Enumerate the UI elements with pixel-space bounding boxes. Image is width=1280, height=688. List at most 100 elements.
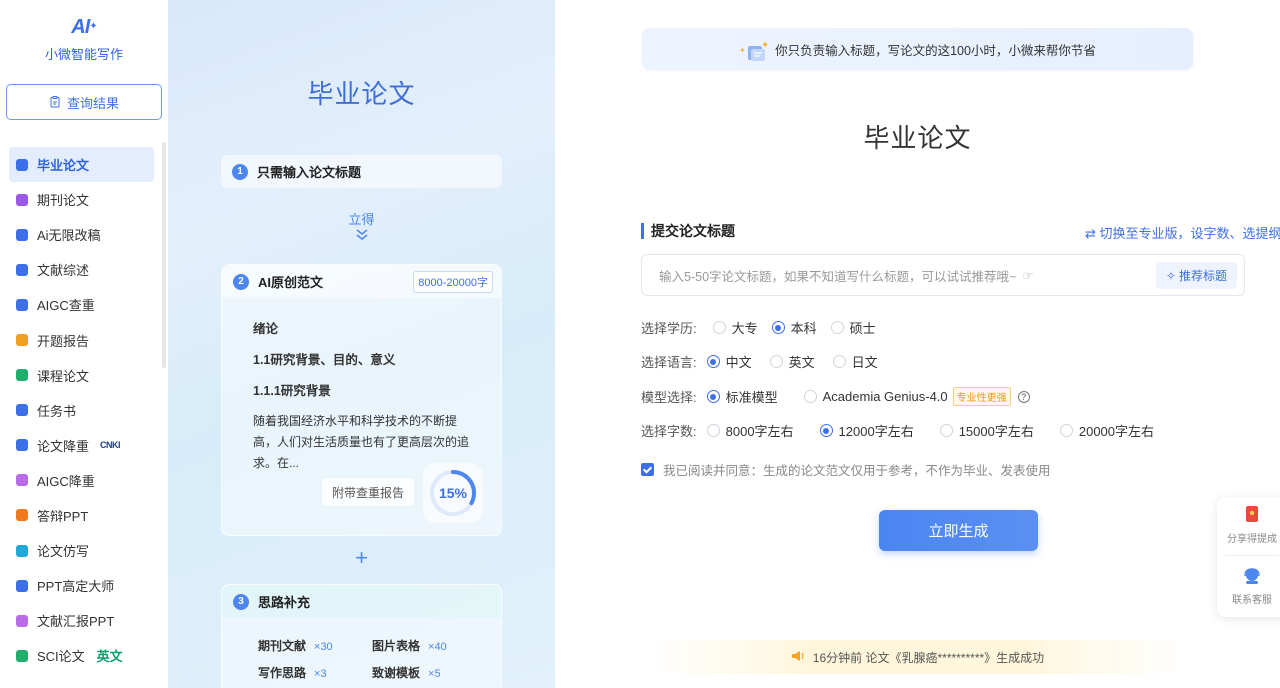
generate-button[interactable]: 立即生成 [879,510,1038,551]
radio-dot[interactable] [769,355,783,368]
sidebar-item-0[interactable]: 毕业论文 [9,147,154,183]
graduation-cap-icon [16,158,28,171]
supplement-item: 期刊文献 ×30 [258,637,372,654]
supplement-count: ×40 [428,641,447,653]
share-commission-button[interactable]: 分享得提成 [1217,505,1280,545]
query-results-button[interactable]: 查询结果 [6,84,162,120]
radio-label: 英文 [788,355,815,370]
recommend-title-button[interactable]: ✧ 推荐标题 [1155,262,1237,289]
sidebar-item-label: 文献汇报PPT [37,614,115,630]
words-option-0[interactable]: 8000字左右 [706,421,794,440]
supplement-count: ×5 [428,668,441,680]
sidebar-item-8[interactable]: 论文降重 CNKI [9,428,154,463]
word-count-label: 选择字数: [641,424,697,439]
radio-label: Academia Genius-4.0 [822,389,948,404]
task-book-icon [16,404,28,417]
page-title: 毕业论文 [863,123,972,153]
radio-label: 本科 [790,321,817,336]
sidebar-item-label: 开题报告 [37,333,90,349]
language-option-0[interactable]: 中文 [706,352,752,371]
sidebar-item-6[interactable]: 课程论文 [9,358,154,393]
sidebar-item-label: 毕业论文 [37,158,90,174]
floating-panel: 分享得提成 联系客服 [1217,497,1280,617]
plagiarism-report-tag: 附带查重报告 [322,478,415,506]
radio-dot[interactable] [819,424,833,437]
quill-icon [16,228,28,241]
magnifier-icon [16,298,28,311]
step-1-number: 1 [232,163,248,180]
education-option-2[interactable]: 硕士 [830,318,876,337]
step-2-label: AI原创范文 [258,275,324,290]
sidebar-item-12[interactable]: PPT高定大师 [9,568,154,603]
slogan-text: 你只负责输入标题，写论文的这100小时，小微来帮你节省 [775,43,1096,58]
clipboard-icon [50,96,60,108]
radio-dot[interactable] [1059,424,1073,437]
sidebar-item-3[interactable]: 文献综述 [9,252,154,287]
model-label: 模型选择: [641,390,697,405]
customer-service-button[interactable]: 联系客服 [1217,567,1280,606]
sidebar-item-4[interactable]: AIGC查重 [9,287,154,322]
slogan-banner: ✦ ✦ 你只负责输入标题，写论文的这100小时，小微来帮你节省 [642,28,1193,70]
sidebar-item-label: 任务书 [37,403,77,419]
sidebar-item-label: 论文降重 [37,438,90,454]
logo[interactable]: AI✦ 小微智能写作 [0,16,168,63]
radio-dot[interactable] [832,355,846,368]
education-option-1[interactable]: 本科 [771,318,817,337]
document-sparkle-icon: ✦ ✦ [739,39,769,61]
radio-dot[interactable] [830,321,844,334]
sidebar: AI✦ 小微智能写作 查询结果 毕业论文期刊论文 Ai无限改稿文献综述 AIGC查重… [0,0,168,688]
share-commission-label: 分享得提成 [1227,534,1277,545]
radio-dot[interactable] [706,390,720,403]
sidebar-item-9[interactable]: AIGC降重 [9,463,154,498]
sidebar-item-14[interactable]: SCI论文 英文 [9,638,154,673]
agreement-checkbox[interactable] [641,463,654,476]
sidebar-item-label: 答辩PPT [37,508,89,524]
radio-dot[interactable] [706,424,720,437]
model-option-0[interactable]: 标准模型 [706,387,778,406]
radio-label: 中文 [725,355,752,370]
word-count-row: 选择字数: 8000字左右 12000字左右 15000字左右 20000字左右 [641,421,1154,440]
radio-dot[interactable] [712,321,726,334]
model-option-1[interactable]: Academia Genius-4.0 [803,389,948,404]
main-form: ✦ ✦ 你只负责输入标题，写论文的这100小时，小微来帮你节省 毕业论文 提交论文… [555,0,1280,688]
brand-name: 小微智能写作 [44,47,123,62]
sidebar-item-2[interactable]: Ai无限改稿 [9,217,154,252]
supplement-count: ×30 [314,641,333,653]
words-option-3[interactable]: 20000字左右 [1059,421,1154,440]
aigc-reduce-icon [16,474,28,487]
education-option-0[interactable]: 大专 [712,318,758,337]
sidebar-item-1[interactable]: 期刊论文 [9,182,154,217]
words-option-1[interactable]: 12000字左右 [819,421,914,440]
sidebar-item-label: 论文仿写 [37,544,90,560]
sidebar-item-5[interactable]: 开题报告 [9,322,154,357]
radio-dot[interactable] [771,321,785,334]
supplement-item: 写作思路 ×3 [258,664,372,681]
similarity-value: 15% [438,485,468,501]
sidebar-item-11[interactable]: 论文仿写 [9,533,154,568]
sidebar-item-label: AIGC查重 [37,298,95,314]
language-option-1[interactable]: 英文 [769,352,815,371]
agreement[interactable]: 我已阅读并同意：生成的论文范文仅用于参考，不作为毕业、发表使用 [641,460,1051,479]
supplement-label: 图片表格 [372,639,421,653]
help-icon[interactable]: ? [1017,390,1030,403]
megaphone-icon [791,650,805,665]
language-option-2[interactable]: 日文 [832,352,878,371]
radio-dot[interactable] [706,355,720,368]
sample-heading-2: 1.1研究背景、目的、意义 [253,353,396,367]
supplement-card: 3 思路补充 期刊文献 ×30 图片表格 ×40 写作思路 ×3 致谢模板 ×5 [221,584,502,688]
words-option-2[interactable]: 15000字左右 [939,421,1034,440]
paper-title-input[interactable]: 输入5-50字论文标题，如果不知道写什么标题，可以试试推荐哦~ ☞ ✧ 推荐标题 [641,254,1245,296]
sidebar-scrollbar[interactable] [162,142,166,368]
sample-heading-3: 1.1.1研究背景 [253,384,331,398]
sidebar-item-label: Ai无限改稿 [37,228,101,244]
radio-dot[interactable] [939,424,953,437]
sidebar-item-13[interactable]: 文献汇报PPT [9,603,154,638]
radio-dot[interactable] [803,390,817,403]
switch-pro-link[interactable]: ⇄ 切换至专业版，设字数、选提纲 [1085,223,1280,242]
sidebar-item-label: PPT高定大师 [37,579,115,595]
recommend-title-label: 推荐标题 [1178,269,1227,283]
sidebar-item-10[interactable]: 答辩PPT [9,498,154,533]
agreement-text: 我已阅读并同意：生成的论文范文仅用于参考，不作为毕业、发表使用 [663,464,1051,478]
supplement-label: 期刊文献 [258,639,307,653]
sidebar-item-7[interactable]: 任务书 [9,393,154,428]
